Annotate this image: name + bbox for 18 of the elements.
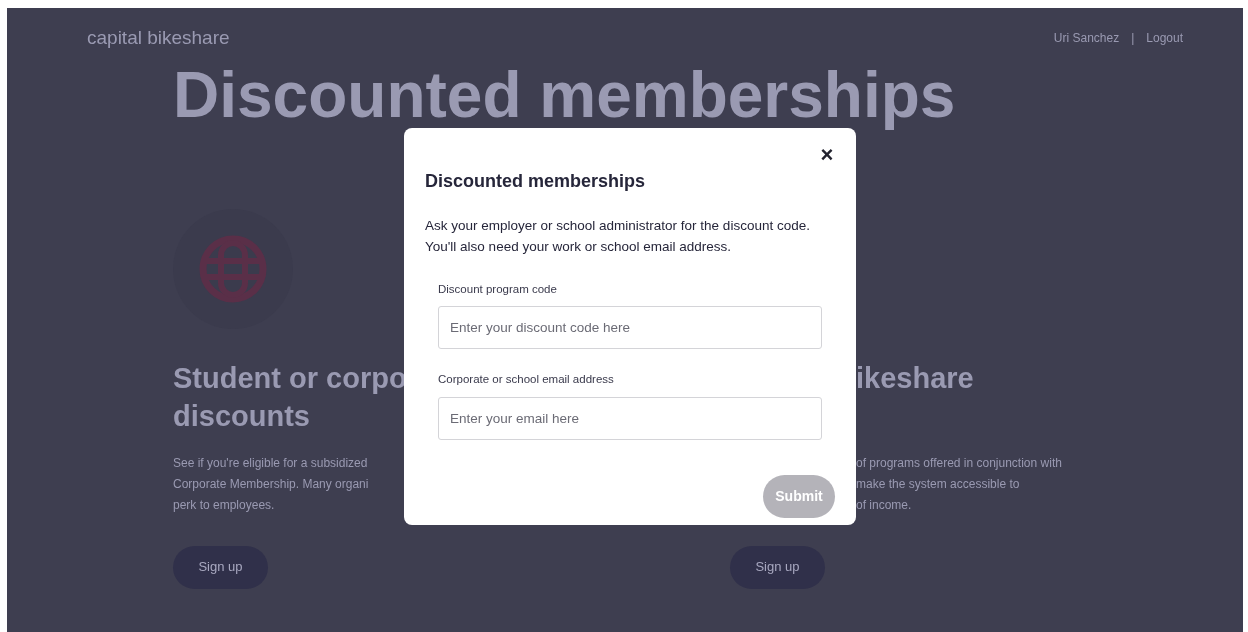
separator: | [1130,30,1136,48]
sign-up-button[interactable]: Sign up [173,545,268,589]
card-description: of programs offered in conjunction with make the system accessible to of income. [856,454,1063,514]
logout-link[interactable]: Logout [1146,29,1183,48]
card-description: See if you're eligible for a subsidized Corporate Membership. Many organi perk to employees. [173,454,370,514]
page-title: Discounted memberships [173,57,957,133]
input-field[interactable]: Enter your email here [438,396,822,440]
input-field[interactable]: Enter your discount code here [438,306,822,350]
modal-title: Discounted memberships [425,170,647,193]
user-name[interactable]: Uri Sanchez [1053,29,1120,48]
card-heading: ikeshare [856,360,975,396]
field-label: Discount program code [438,282,558,297]
modal-description: Ask your employer or school administrator for the discount code. You'll also need your work or school email address. [425,217,811,256]
card-heading: Student or corpo discounts [173,360,404,434]
field-label: Corporate or school email address [438,372,615,388]
close-button[interactable]: × [819,146,835,164]
site-logo[interactable]: capital bikeshare [87,24,230,53]
sign-up-button[interactable]: Sign up [730,545,825,589]
